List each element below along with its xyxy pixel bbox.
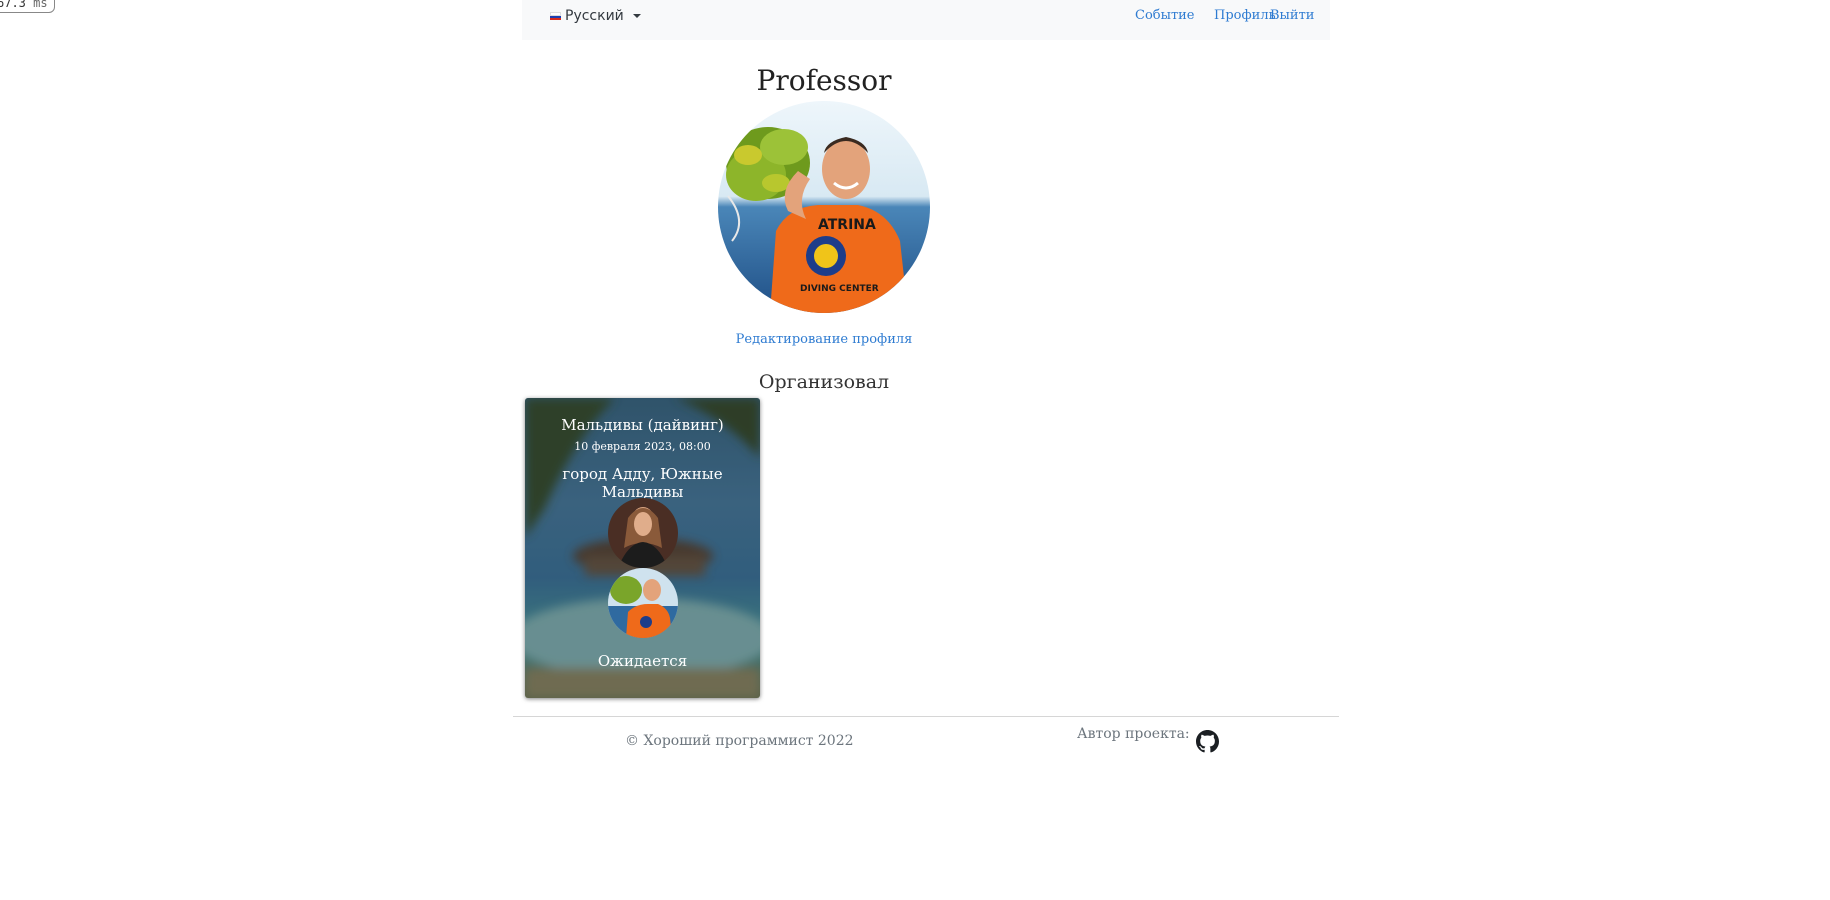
event-title: Мальдивы (дайвинг) [561,416,724,434]
event-date: 10 февраля 2023, 08:00 [574,440,711,453]
flag-ru-icon [550,12,561,20]
svg-text:ATRINA: ATRINA [818,217,876,233]
language-dropdown[interactable]: Русский [550,7,641,25]
organizer-avatar[interactable] [608,568,678,638]
footer-copyright: © Хороший программист 2022 [625,733,854,749]
edit-profile-link[interactable]: Редактирование профиля [0,332,1648,347]
event-status: Ожидается [597,652,688,670]
footer-divider [513,716,1339,717]
participant-avatar[interactable] [608,498,678,568]
timer-unit: ms [33,0,48,10]
profile-name: Professor [756,64,892,97]
nav-logout-link[interactable]: Выйти [1270,8,1314,23]
organized-heading: Организовал [758,371,890,393]
github-icon[interactable] [1196,730,1219,753]
render-timer: 67.3 ms [0,0,55,13]
nav-event-link[interactable]: Событие [1135,8,1195,23]
timer-value: 67.3 [0,0,26,10]
event-place: город Адду, Южные Мальдивы [562,465,723,501]
svg-text:DIVING CENTER: DIVING CENTER [800,284,879,294]
language-label: Русский [565,8,624,24]
navbar: Русский Событие Профиль Выйти [522,0,1330,40]
footer-author-label: Автор проекта: [1077,726,1190,742]
nav-profile-link[interactable]: Профиль [1214,8,1276,23]
chevron-down-icon [632,14,641,18]
event-card[interactable]: Мальдивы (дайвинг) 10 февраля 2023, 08:0… [525,398,760,698]
profile-avatar: ATRINA DIVING CENTER [718,101,930,313]
